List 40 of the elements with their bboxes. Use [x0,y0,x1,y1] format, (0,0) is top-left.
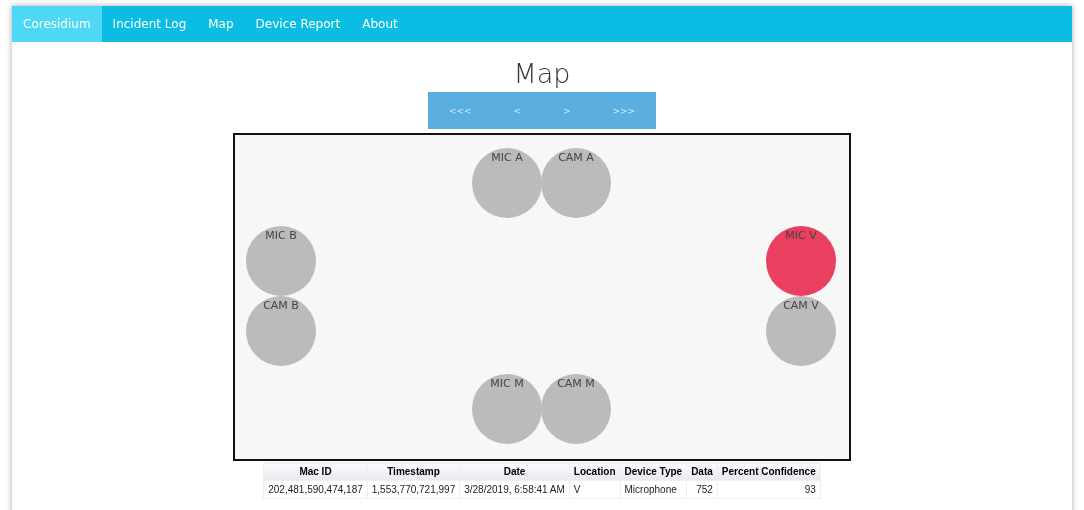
column-header: Timestamp [367,462,460,481]
table-cell: Microphone [620,480,687,499]
nav-tab[interactable]: Coresidium [12,6,102,42]
pager-button[interactable]: > [556,103,577,118]
device-label: MIC M [490,377,524,391]
page-title: Map [513,57,571,91]
device-marker[interactable]: MIC V [766,226,836,296]
device-label: MIC V [785,229,817,243]
table-cell: 93 [717,480,821,499]
device-label: MIC A [491,151,523,165]
table-cell: 202,481,590,474,187 [263,480,368,499]
device-marker[interactable]: CAM V [766,296,836,366]
device-label: CAM B [263,299,299,313]
column-header: Location [569,462,620,481]
pager-button[interactable]: < [507,103,528,118]
device-marker[interactable]: CAM B [246,296,316,366]
device-marker[interactable]: MIC M [472,374,542,444]
device-label: MIC B [265,229,297,243]
device-marker[interactable]: MIC B [246,226,316,296]
nav-tab[interactable]: Map [197,6,245,42]
pager-button[interactable]: >>> [606,103,641,118]
device-label: CAM M [557,377,595,391]
table-cell: 1,553,770,721,997 [367,480,460,499]
nav-tab[interactable]: Device Report [244,6,352,42]
column-header: Percent Confidence [717,462,821,481]
nav-tab[interactable]: Incident Log [101,6,198,42]
device-marker[interactable]: CAM A [541,148,611,218]
device-marker[interactable]: CAM M [541,374,611,444]
column-header: Data [686,462,718,481]
pager-button[interactable]: <<< [442,103,478,118]
nav-tab[interactable]: About [351,6,409,42]
device-marker[interactable]: MIC A [472,148,542,218]
column-header: Date [459,462,570,481]
table-cell: 3/28/2019, 6:58:41 AM [459,480,570,499]
column-header: Mac ID [263,462,368,481]
table-cell: V [569,480,620,499]
device-label: CAM V [783,299,819,313]
column-header: Device Type [620,462,687,481]
table-cell: 752 [686,480,718,499]
device-label: CAM A [558,151,594,165]
